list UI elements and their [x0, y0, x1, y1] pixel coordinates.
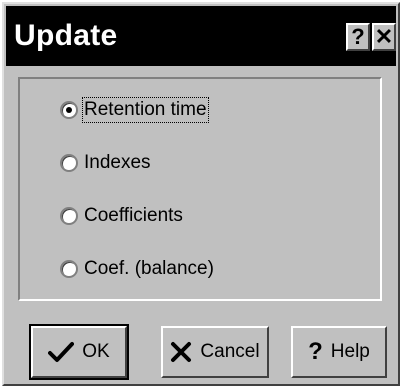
dialog-title: Update: [14, 19, 118, 52]
help-button[interactable]: ? Help: [291, 326, 387, 378]
option-label-indexes: Indexes: [84, 152, 151, 173]
radio-indexes[interactable]: [60, 154, 78, 172]
x-icon: [170, 341, 192, 363]
question-icon: ?: [308, 338, 323, 365]
radio-coef-balance[interactable]: [60, 260, 78, 278]
cancel-button[interactable]: Cancel: [161, 326, 269, 378]
title-help-button[interactable]: ?: [346, 23, 370, 51]
option-coef-balance[interactable]: Coef. (balance): [60, 254, 214, 284]
radio-retention-time[interactable]: [60, 101, 78, 119]
title-close-button[interactable]: ✕: [372, 23, 396, 51]
option-retention-time[interactable]: Retention time: [60, 95, 209, 125]
option-label-coefficients: Coefficients: [84, 205, 183, 226]
checkmark-icon: [48, 341, 75, 363]
cancel-label: Cancel: [200, 341, 260, 362]
radio-coefficients[interactable]: [60, 207, 78, 225]
radio-selected-dot: [66, 107, 72, 113]
option-coefficients[interactable]: Coefficients: [60, 201, 183, 231]
option-group: Retention time Indexes Coefficients Coef…: [18, 77, 382, 301]
title-bar[interactable]: Update ? ✕: [6, 6, 396, 66]
ok-button[interactable]: OK: [29, 324, 129, 380]
ok-label: OK: [82, 341, 110, 362]
update-dialog: Update ? ✕ Retention time Indexes Coeffi…: [2, 2, 400, 386]
option-indexes[interactable]: Indexes: [60, 148, 151, 178]
help-label: Help: [330, 341, 370, 362]
option-label-retention-time: Retention time: [82, 97, 209, 123]
option-label-coef-balance: Coef. (balance): [84, 258, 214, 279]
